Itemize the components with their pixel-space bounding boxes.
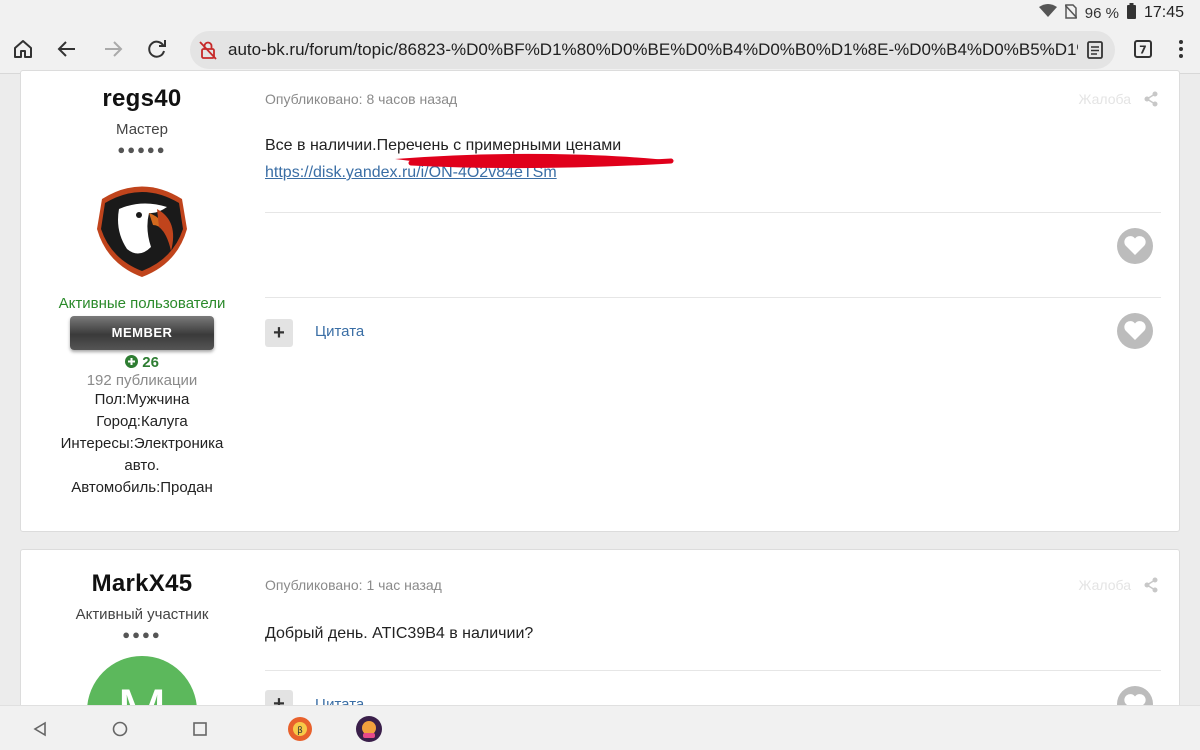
divider — [265, 297, 1161, 298]
forum-post: regs40 Мастер ●●●●● Активные пользовател… — [20, 70, 1180, 532]
url-bar[interactable]: auto-bk.ru/forum/topic/86823-%D0%BF%D1%8… — [190, 31, 1115, 69]
author-name[interactable]: MarkX45 — [21, 570, 263, 598]
quote-link[interactable]: Цитата — [315, 323, 364, 340]
reputation-count: 26 — [142, 354, 159, 371]
triangle-back-icon — [33, 721, 46, 737]
app-shortcut-2[interactable] — [356, 716, 382, 742]
no-sim-icon — [1064, 3, 1078, 23]
bitcoin-app-icon: β — [288, 717, 312, 741]
divider — [265, 212, 1161, 213]
tabs-icon: 7 — [1134, 40, 1152, 58]
battery-icon — [1126, 3, 1136, 23]
circle-home-icon — [112, 721, 128, 737]
field-interests-cont: авто. — [124, 457, 160, 474]
home-icon — [14, 40, 32, 58]
forward-icon — [105, 41, 123, 57]
rank-dots: ●●●● — [122, 627, 162, 642]
field-car: Автомобиль:Продан — [71, 479, 213, 496]
author-rank: Активный участник — [75, 606, 209, 623]
author-rank: Мастер — [116, 121, 168, 138]
nav-recents-button[interactable] — [187, 716, 213, 742]
svg-text:β: β — [297, 726, 303, 736]
menu-button[interactable] — [1166, 34, 1196, 64]
heart-icon — [1124, 321, 1146, 340]
field-city: Город:Калуга — [96, 413, 188, 430]
post-author-panel: regs40 Мастер ●●●●● Активные пользовател… — [21, 71, 263, 499]
field-interests: Интересы:Электроника — [60, 435, 224, 452]
home-button[interactable] — [8, 34, 38, 64]
clock: 17:45 — [1143, 4, 1184, 21]
divider — [265, 670, 1161, 671]
svg-text:7: 7 — [1139, 44, 1147, 57]
reader-mode-icon[interactable] — [1085, 40, 1105, 65]
red-marker-annotation — [395, 153, 675, 169]
reload-icon — [148, 40, 166, 58]
wifi-icon — [1038, 4, 1057, 22]
tabs-button[interactable]: 7 — [1128, 34, 1158, 64]
square-recents-icon — [193, 722, 207, 736]
post-text: Добрый день. ATIC39B4 в наличии? — [265, 625, 534, 642]
eagle-shield-avatar — [97, 186, 187, 277]
battery-percent: 96 % — [1084, 4, 1119, 22]
post-date: Опубликовано: 8 часов назад — [265, 91, 458, 107]
publications-count: 192 публикации — [86, 372, 198, 389]
reload-button[interactable] — [142, 34, 172, 64]
browser-toolbar: auto-bk.ru/forum/topic/86823-%D0%BF%D1%8… — [0, 26, 1200, 74]
back-button[interactable] — [52, 34, 82, 64]
app-shortcut-1[interactable]: β — [287, 716, 313, 742]
media-app-icon — [356, 716, 382, 742]
insecure-lock-icon — [198, 40, 218, 65]
nav-home-button[interactable] — [107, 716, 133, 742]
report-link[interactable]: Жалоба — [1079, 91, 1131, 107]
like-button[interactable] — [1117, 228, 1153, 264]
multiquote-button[interactable]: + — [265, 319, 293, 347]
heart-icon — [1124, 236, 1146, 255]
back-icon — [57, 41, 75, 57]
post-date: Опубликовано: 1 час назад — [265, 577, 442, 593]
field-gender: Пол:Мужчина — [94, 391, 190, 408]
share-icon[interactable] — [1143, 91, 1159, 112]
user-group: Активные пользователи — [58, 295, 226, 312]
member-badge: MEMBER — [70, 316, 214, 350]
status-bar: 96 % 17:45 — [0, 0, 1200, 26]
rank-dots: ●●●●● — [117, 142, 167, 157]
author-name[interactable]: regs40 — [21, 85, 263, 113]
menu-icon — [1179, 40, 1183, 58]
share-icon[interactable] — [1143, 577, 1159, 598]
url-text: auto-bk.ru/forum/topic/86823-%D0%BF%D1%8… — [228, 40, 1078, 59]
plus-circle-icon — [125, 354, 142, 371]
avatar[interactable] — [87, 169, 197, 279]
system-nav-bar: β — [0, 705, 1200, 750]
nav-back-button[interactable] — [27, 716, 53, 742]
forward-button[interactable] — [98, 34, 128, 64]
reputation: 26 — [21, 354, 263, 371]
like-button-2[interactable] — [1117, 313, 1153, 349]
report-link[interactable]: Жалоба — [1079, 577, 1131, 593]
